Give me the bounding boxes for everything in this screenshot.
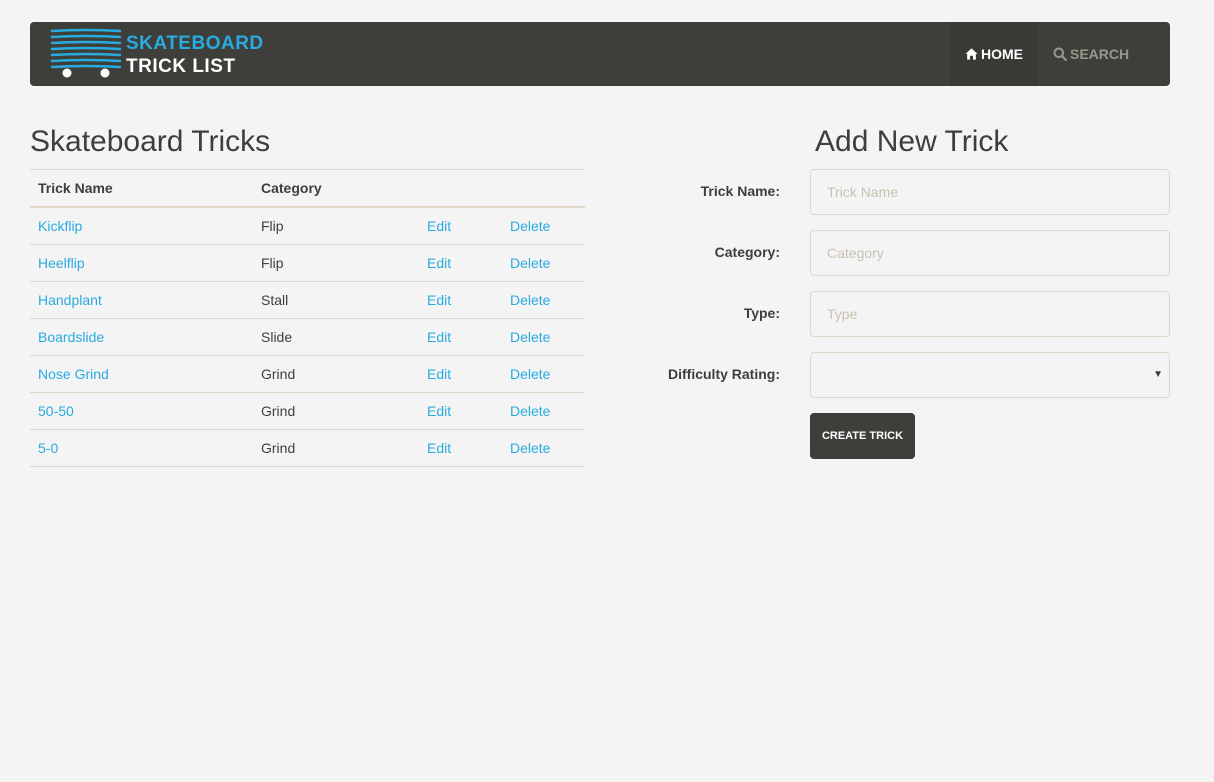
form-row-difficulty: Difficulty Rating: ▼ <box>640 352 1170 398</box>
trick-category: Grind <box>253 392 419 430</box>
column-header-category: Category <box>253 169 419 208</box>
nav-home-link[interactable]: HOME <box>950 22 1038 86</box>
tricks-table: Trick Name Category Kickflip Flip Edit D… <box>30 169 585 467</box>
nav-home-label: HOME <box>981 46 1023 62</box>
search-icon <box>1053 47 1067 61</box>
edit-link[interactable]: Edit <box>427 366 451 382</box>
form-row-trick-name: Trick Name: <box>640 169 1170 215</box>
table-row: Kickflip Flip Edit Delete <box>30 207 585 245</box>
form-row-type: Type: <box>640 291 1170 337</box>
difficulty-rating-label: Difficulty Rating: <box>668 366 780 382</box>
trick-name-link[interactable]: 5-0 <box>38 440 58 456</box>
trick-name-link[interactable]: Nose Grind <box>38 366 109 382</box>
delete-link[interactable]: Delete <box>510 218 550 234</box>
table-header-row: Trick Name Category <box>30 169 585 208</box>
create-trick-button[interactable]: CREATE TRICK <box>810 413 915 459</box>
difficulty-rating-select[interactable]: ▼ <box>810 352 1170 398</box>
edit-link[interactable]: Edit <box>427 255 451 271</box>
table-row: Heelflip Flip Edit Delete <box>30 244 585 282</box>
form-row-category: Category: <box>640 230 1170 276</box>
delete-link[interactable]: Delete <box>510 366 550 382</box>
edit-link[interactable]: Edit <box>427 292 451 308</box>
trick-category: Flip <box>253 244 419 282</box>
table-row: Boardslide Slide Edit Delete <box>30 318 585 356</box>
edit-link[interactable]: Edit <box>427 218 451 234</box>
brand-title-line1: SKATEBOARD <box>126 33 264 54</box>
column-header-delete <box>502 169 585 208</box>
delete-link[interactable]: Delete <box>510 329 550 345</box>
table-row: 5-0 Grind Edit Delete <box>30 429 585 467</box>
edit-link[interactable]: Edit <box>427 440 451 456</box>
brand-title-line2: TRICK LIST <box>126 56 236 77</box>
add-trick-title: Add New Trick <box>815 125 1009 158</box>
edit-link[interactable]: Edit <box>427 329 451 345</box>
trick-category: Flip <box>253 207 419 245</box>
skateboard-stack-icon <box>50 28 122 78</box>
delete-link[interactable]: Delete <box>510 292 550 308</box>
edit-link[interactable]: Edit <box>427 403 451 419</box>
column-header-trick-name: Trick Name <box>30 169 253 208</box>
trick-category: Grind <box>253 429 419 467</box>
brand-logo[interactable]: SKATEBOARD TRICK LIST <box>50 28 263 80</box>
nav-search-link[interactable]: SEARCH <box>1038 22 1170 86</box>
navbar: SKATEBOARD TRICK LIST HOME SEARCH <box>30 22 1170 86</box>
table-row: Handplant Stall Edit Delete <box>30 281 585 319</box>
trick-name-link[interactable]: Handplant <box>38 292 102 308</box>
trick-name-link[interactable]: 50-50 <box>38 403 74 419</box>
column-header-edit <box>419 169 502 208</box>
trick-name-label: Trick Name: <box>700 183 780 199</box>
category-input[interactable] <box>810 230 1170 276</box>
type-input[interactable] <box>810 291 1170 337</box>
trick-category: Slide <box>253 318 419 356</box>
nav-search-label: SEARCH <box>1070 46 1130 62</box>
delete-link[interactable]: Delete <box>510 403 550 419</box>
table-row: 50-50 Grind Edit Delete <box>30 392 585 430</box>
trick-category: Grind <box>253 355 419 393</box>
table-row: Nose Grind Grind Edit Delete <box>30 355 585 393</box>
delete-link[interactable]: Delete <box>510 440 550 456</box>
trick-name-input[interactable] <box>810 169 1170 215</box>
delete-link[interactable]: Delete <box>510 255 550 271</box>
category-label: Category: <box>714 244 780 260</box>
caret-down-icon: ▼ <box>1153 369 1163 380</box>
home-icon <box>965 48 978 60</box>
tricks-list-title: Skateboard Tricks <box>30 125 271 158</box>
type-label: Type: <box>743 305 780 321</box>
nav-links: HOME SEARCH <box>950 22 1170 86</box>
trick-name-link[interactable]: Boardslide <box>38 329 104 345</box>
trick-category: Stall <box>253 281 419 319</box>
trick-name-link[interactable]: Heelflip <box>38 255 85 271</box>
trick-name-link[interactable]: Kickflip <box>38 218 82 234</box>
